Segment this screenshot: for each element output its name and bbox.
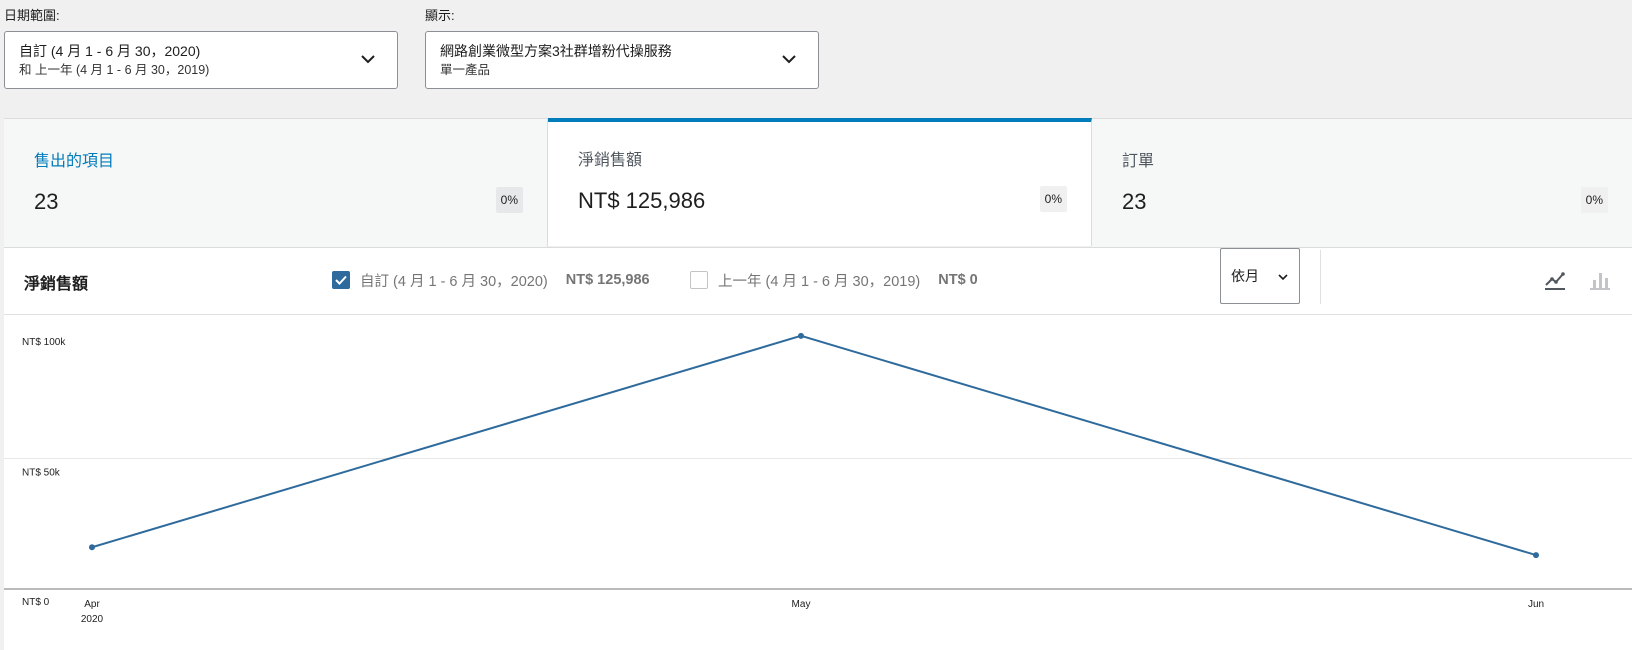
- tab-label: 售出的項目: [34, 153, 115, 170]
- chevron-down-icon: [361, 55, 375, 64]
- tab-value: NT$ 125,986: [578, 188, 706, 213]
- chart-header: 淨銷售額 自訂 (4 月 1 - 6 月 30，2020) NT$ 125,98…: [4, 248, 1632, 315]
- summary-tabs: 售出的項目 23 0% 淨銷售額 NT$ 125,986 0% 訂單 23 0%: [4, 118, 1632, 248]
- tab-value: 23: [1122, 189, 1147, 214]
- report-filters: 日期範圍: 自訂 (4 月 1 - 6 月 30，2020) 和 上一年 (4 …: [0, 0, 1632, 118]
- tab-items-sold[interactable]: 售出的項目 23 0%: [4, 119, 548, 247]
- y-tick-label: NT$ 0: [22, 597, 50, 608]
- line-chart-icon[interactable]: [1543, 268, 1567, 292]
- tab-value: 23: [34, 189, 59, 214]
- tab-label: 淨銷售額: [578, 152, 643, 169]
- legend-item-current[interactable]: 自訂 (4 月 1 - 6 月 30，2020) NT$ 125,986: [332, 270, 650, 290]
- checkbox-checked[interactable]: [332, 271, 350, 289]
- x-tick-label: Apr: [84, 599, 100, 610]
- chart-title: 淨銷售額: [24, 276, 89, 293]
- date-range-label: 日期範圍:: [4, 8, 60, 23]
- chevron-down-icon: [782, 55, 796, 64]
- data-point: [798, 332, 804, 339]
- interval-value: 依月: [1231, 268, 1259, 284]
- checkbox-unchecked[interactable]: [690, 271, 708, 289]
- interval-select[interactable]: 依月: [1220, 248, 1300, 304]
- x-tick-label: Jun: [1528, 599, 1544, 610]
- tab-label: 訂單: [1122, 153, 1155, 170]
- x-tick-label: May: [792, 599, 811, 610]
- legend-total: NT$ 0: [938, 272, 978, 288]
- legend-label: 自訂 (4 月 1 - 6 月 30，2020): [360, 273, 548, 290]
- chart-panel: 淨銷售額 自訂 (4 月 1 - 6 月 30，2020) NT$ 125,98…: [4, 248, 1632, 650]
- change-badge: 0%: [1580, 187, 1608, 213]
- series-line: [91, 334, 1537, 557]
- data-point: [89, 544, 95, 551]
- data-point: [1533, 552, 1539, 559]
- divider: [1320, 250, 1321, 304]
- y-tick-label: NT$ 100k: [22, 337, 66, 348]
- tab-net-sales[interactable]: 淨銷售額 NT$ 125,986 0%: [548, 118, 1092, 246]
- legend-label: 上一年 (4 月 1 - 6 月 30，2019): [718, 273, 921, 290]
- date-range-primary: 自訂 (4 月 1 - 6 月 30，2020): [19, 43, 201, 59]
- legend-item-previous[interactable]: 上一年 (4 月 1 - 6 月 30，2019) NT$ 0: [690, 270, 978, 290]
- date-range-secondary: 和 上一年 (4 月 1 - 6 月 30，2019): [19, 63, 210, 77]
- change-badge: 0%: [495, 187, 523, 213]
- bar-chart-icon[interactable]: [1588, 268, 1612, 292]
- show-secondary: 單一產品: [440, 63, 491, 77]
- show-label: 顯示:: [425, 8, 455, 23]
- x-tick-sublabel: 2020: [81, 614, 104, 625]
- tab-orders[interactable]: 訂單 23 0%: [1092, 119, 1632, 247]
- show-primary: 網路創業微型方案3社群增粉代操服務: [440, 43, 672, 59]
- show-dropdown[interactable]: 網路創業微型方案3社群增粉代操服務 單一產品: [425, 31, 819, 89]
- y-tick-label: NT$ 50k: [22, 468, 61, 479]
- chevron-down-icon: [1278, 274, 1288, 281]
- line-chart: NT$ 0 NT$ 50k NT$ 100k Apr 2020 May Jun: [4, 332, 1632, 625]
- change-badge: 0%: [1039, 186, 1067, 212]
- checkmark-icon: [335, 275, 347, 285]
- legend-total: NT$ 125,986: [565, 272, 650, 288]
- date-range-dropdown[interactable]: 自訂 (4 月 1 - 6 月 30，2020) 和 上一年 (4 月 1 - …: [4, 31, 398, 89]
